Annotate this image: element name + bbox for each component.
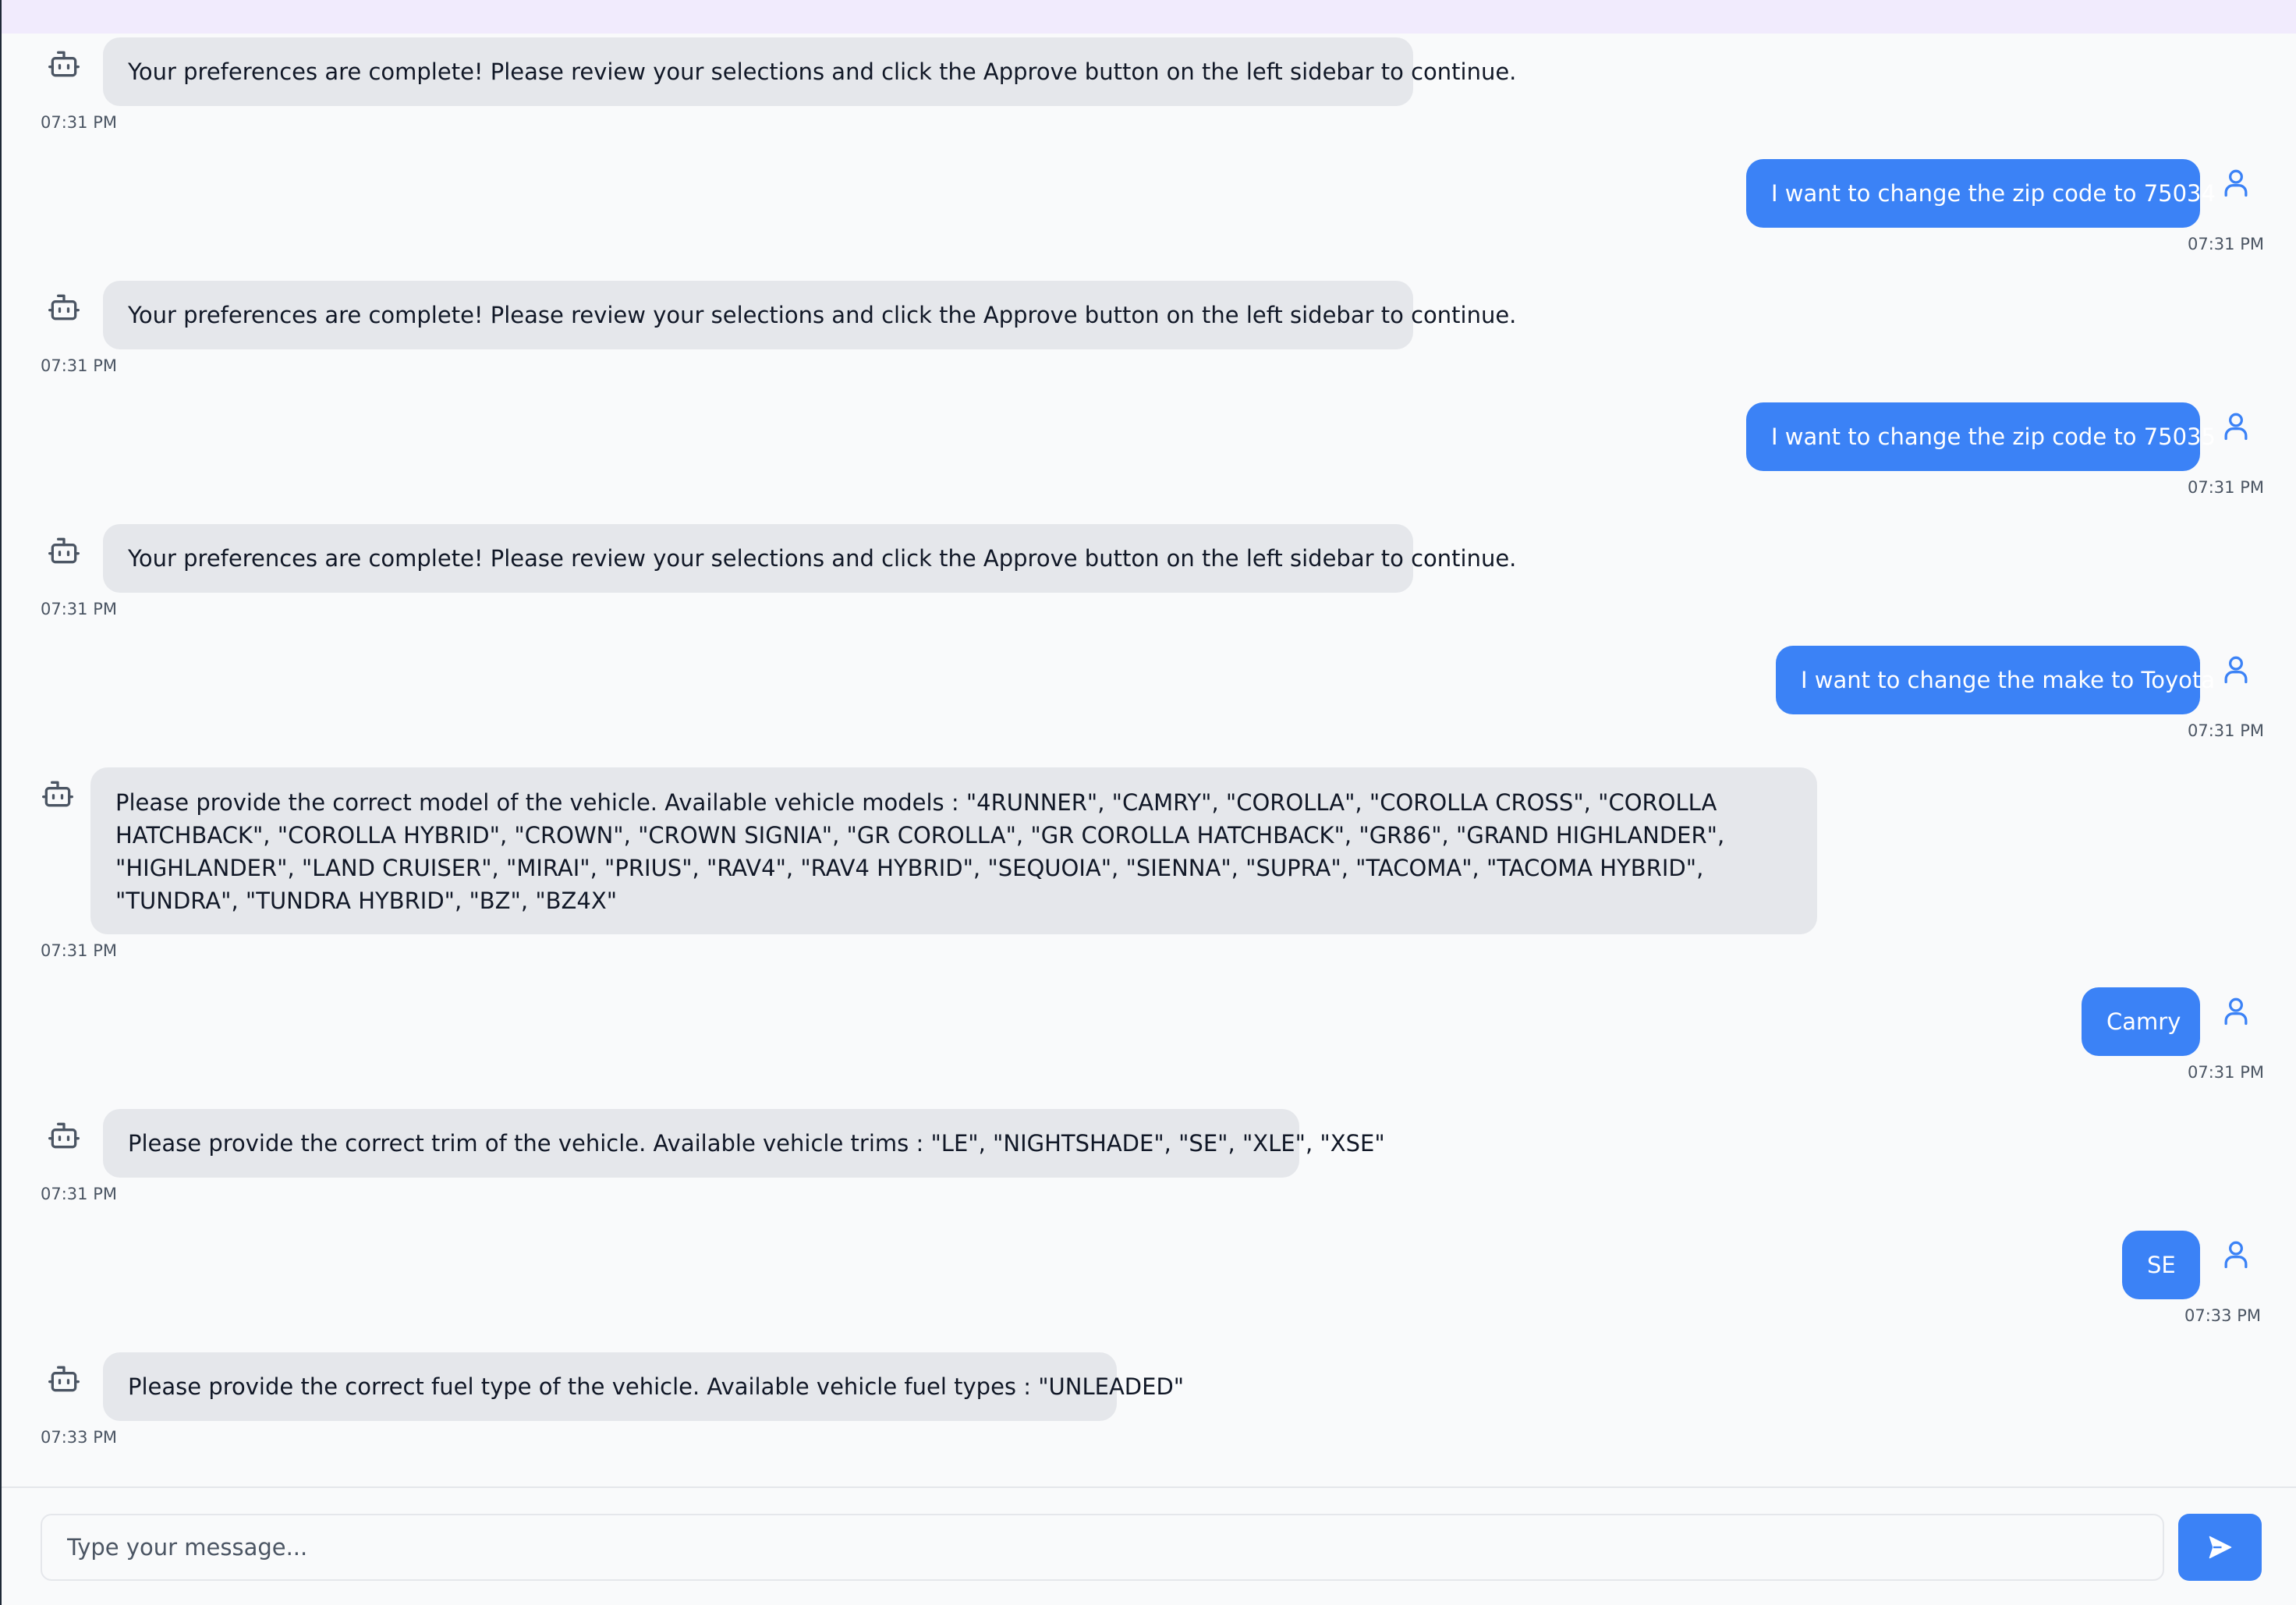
- message-bubble: Please provide the correct fuel type of …: [103, 1352, 1185, 1421]
- user-icon: [2219, 165, 2253, 200]
- message-text: I want to change the zip code to 75034: [1771, 180, 2216, 207]
- message-timestamp: 07:31 PM: [41, 113, 117, 132]
- robot-icon: [47, 533, 81, 568]
- message-bubble: SE: [2122, 1231, 2200, 1299]
- send-button[interactable]: [2178, 1514, 2262, 1581]
- message-bubble: Your preferences are complete! Please re…: [103, 37, 1517, 106]
- message-bubble: I want to change the zip code to 75035: [1746, 402, 2216, 471]
- robot-icon: [47, 290, 81, 324]
- message-input[interactable]: [41, 1514, 2164, 1581]
- user-icon: [2219, 994, 2253, 1028]
- message-timestamp: 07:31 PM: [41, 941, 117, 960]
- robot-icon: [47, 1118, 81, 1153]
- message-bubble: I want to change the zip code to 75034: [1746, 159, 2216, 228]
- message-timestamp: 07:31 PM: [2188, 1063, 2264, 1082]
- message-bubble: Your preferences are complete! Please re…: [103, 281, 1517, 349]
- message-bubble: Your preferences are complete! Please re…: [103, 524, 1517, 593]
- robot-icon: [47, 1362, 81, 1396]
- message-bubble: I want to change the make to Toyota: [1776, 646, 2216, 714]
- message-text: Camry: [2106, 1008, 2181, 1035]
- message-text: Your preferences are complete! Please re…: [128, 545, 1517, 572]
- message-timestamp: 07:31 PM: [2188, 721, 2264, 740]
- robot-icon: [47, 47, 81, 81]
- message-timestamp: 07:33 PM: [41, 1428, 117, 1447]
- message-composer: [2, 1486, 2296, 1605]
- message-bubble: Camry: [2082, 987, 2200, 1056]
- message-text: Please provide the correct trim of the v…: [128, 1130, 1385, 1157]
- message-timestamp: 07:31 PM: [41, 600, 117, 618]
- message-timestamp: 07:31 PM: [41, 356, 117, 375]
- message-timestamp: 07:33 PM: [2184, 1306, 2261, 1325]
- robot-icon: [41, 777, 75, 811]
- message-bubble: Please provide the correct trim of the v…: [103, 1109, 1385, 1178]
- message-text: Your preferences are complete! Please re…: [128, 302, 1517, 328]
- message-list[interactable]: Your preferences are complete! Please re…: [2, 0, 2296, 1486]
- user-icon: [2219, 1237, 2253, 1271]
- message-timestamp: 07:31 PM: [41, 1185, 117, 1203]
- chat-app: Your preferences are complete! Please re…: [0, 0, 2296, 1605]
- send-icon: [2206, 1533, 2234, 1561]
- message-text: I want to change the zip code to 75035: [1771, 423, 2216, 450]
- user-icon: [2219, 409, 2253, 443]
- message-text: Please provide the correct model of the …: [115, 789, 1725, 914]
- user-icon: [2219, 652, 2253, 686]
- message-timestamp: 07:31 PM: [2188, 478, 2264, 497]
- message-text: Please provide the correct fuel type of …: [128, 1373, 1185, 1400]
- message-timestamp: 07:31 PM: [2188, 235, 2264, 253]
- message-text: Your preferences are complete! Please re…: [128, 58, 1517, 85]
- message-text: I want to change the make to Toyota: [1801, 667, 2216, 693]
- message-bubble: Please provide the correct model of the …: [90, 767, 1817, 934]
- message-text: SE: [2147, 1252, 2176, 1278]
